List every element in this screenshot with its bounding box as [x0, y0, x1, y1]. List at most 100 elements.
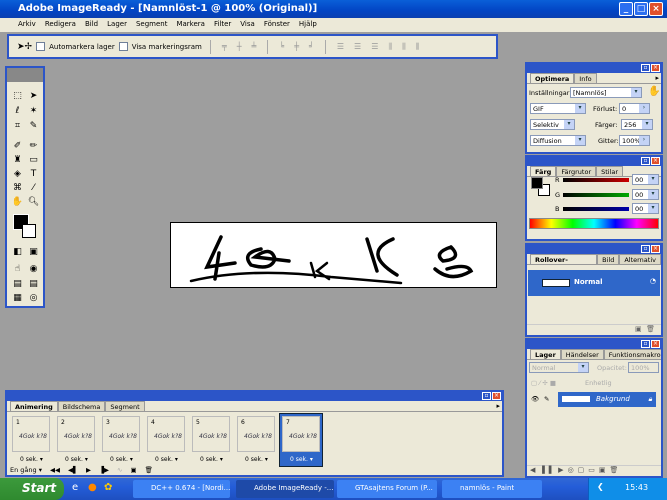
preview-icon[interactable]: ☝ [10, 263, 25, 276]
slice-visibility-icon[interactable]: ▤ [10, 278, 25, 291]
crop-tool-icon[interactable]: ⌗ [10, 120, 25, 133]
align-right-icon[interactable]: ╛ [309, 42, 314, 51]
panel-close-button[interactable]: × [651, 157, 660, 165]
align-left-icon[interactable]: ╘ [279, 42, 284, 51]
eye-icon[interactable]: 👁︎ [531, 395, 539, 403]
panel-close-button[interactable]: × [651, 64, 660, 72]
panel-menu-icon[interactable]: ▸ [496, 402, 500, 410]
format-select[interactable]: GIF ▾ [530, 103, 586, 114]
tab-bildschema[interactable]: Bildschema [57, 401, 106, 411]
animation-frame[interactable]: 5 4Gok k?8 0 sek. ▾ [190, 414, 232, 466]
mask-mode-icon[interactable]: ◧ [10, 246, 25, 259]
trash-icon[interactable]: 🗑︎ [646, 325, 655, 333]
frame-delay-select[interactable]: 0 sek. ▾ [65, 456, 88, 463]
distribute-icon[interactable]: ⫼ [388, 42, 392, 52]
animation-frame[interactable]: 2 4Gok k?8 0 sek. ▾ [55, 414, 97, 466]
app-icon[interactable]: ✿ [104, 482, 112, 493]
layer-row[interactable]: 👁︎ ✎ Bakgrund 🔒︎ [528, 392, 656, 407]
taskbar-item-imageready[interactable]: Adobe ImageReady -... [236, 480, 334, 498]
menu-filter[interactable]: Filter [214, 20, 231, 28]
panel-close-button[interactable]: × [492, 392, 501, 400]
panel-menu-icon[interactable]: ▸ [655, 74, 659, 82]
document-canvas[interactable] [170, 222, 497, 288]
tab-farg[interactable]: Färg [530, 166, 557, 176]
blue-slider[interactable] [563, 207, 629, 211]
screen-mode-icon[interactable]: ▣ [26, 246, 41, 259]
next-frame-button[interactable]: ▐▶ [99, 466, 109, 474]
tab-segment[interactable]: Segment [105, 401, 145, 411]
tween-button[interactable]: ∿ [117, 466, 122, 474]
tab-funktionsmakron[interactable]: Funktionsmakron [603, 349, 661, 359]
zoom-tool-icon[interactable]: 🔍︎ [26, 196, 41, 209]
blue-value[interactable]: 00 ▾ [632, 203, 659, 214]
menu-bild[interactable]: Bild [85, 20, 98, 28]
duplicate-frame-button[interactable]: ▣ [130, 466, 136, 474]
tab-rollover[interactable]: Rollover-symboler [530, 254, 598, 264]
align-middle-icon[interactable]: ┼ [237, 42, 242, 51]
frame-delay-select[interactable]: 0 sek. ▾ [110, 456, 133, 463]
new-layer-icon[interactable]: ▣ [599, 466, 610, 474]
dither-select[interactable]: Diffusion ▾ [530, 135, 586, 146]
folder-icon[interactable]: ▭ [588, 466, 599, 474]
menu-fonster[interactable]: Fönster [264, 20, 290, 28]
menu-segment[interactable]: Segment [136, 20, 168, 28]
green-value[interactable]: 00 ▾ [632, 189, 659, 200]
next-icon[interactable]: ▌▶ [549, 466, 568, 474]
new-state-icon[interactable]: ▣ [635, 325, 642, 333]
browser-preview-icon[interactable]: ◉ [26, 263, 41, 276]
menu-visa[interactable]: Visa [240, 20, 255, 28]
taskbar-item-forum[interactable]: GTAsajtens Forum (P... [337, 480, 437, 498]
edit-state-icon[interactable]: ◔ [650, 277, 656, 285]
menu-hjalp[interactable]: Hjälp [299, 20, 317, 28]
tab-fargrutor[interactable]: Färgrutor [556, 166, 597, 176]
menu-lager[interactable]: Lager [107, 20, 127, 28]
frame-delay-select[interactable]: 0 sek. ▾ [245, 456, 268, 463]
eraser-tool-icon[interactable]: ▭ [26, 154, 41, 167]
animation-frame[interactable]: 1 4Gok k?8 0 sek. ▾ [10, 414, 52, 466]
lasso-tool-icon[interactable]: ℓ [10, 105, 25, 118]
taskbar-item-paint[interactable]: namnlös - Paint [442, 480, 542, 498]
delete-frame-button[interactable]: 🗑︎ [145, 466, 153, 474]
blend-mode-select[interactable]: Normal ▾ [529, 362, 589, 373]
magic-wand-icon[interactable]: ✶ [26, 105, 41, 118]
lock-icons[interactable]: ▢ ⁄ ✢ ■ [531, 379, 556, 387]
distribute-icon[interactable]: ☰ [337, 42, 344, 51]
distribute-icon[interactable]: ⫼ [402, 42, 406, 52]
colors-select[interactable]: 256 ▾ [621, 119, 653, 130]
tab-animering[interactable]: Animering [10, 401, 58, 411]
loop-select[interactable]: En gång ▾ [10, 466, 42, 474]
stamp-tool-icon[interactable]: ♜ [10, 154, 25, 167]
hand-tool-icon[interactable]: ✋ [10, 196, 25, 209]
ie-icon[interactable]: e [72, 482, 78, 493]
distribute-icon[interactable]: ⫼ [416, 42, 420, 52]
palette-select[interactable]: Selektiv ▾ [530, 119, 575, 130]
auto-select-checkbox[interactable] [36, 42, 46, 51]
animation-frame[interactable]: 7 4Gok k?8 0 sek. ▾ [279, 413, 323, 467]
animation-frame[interactable]: 3 4Gok k?8 0 sek. ▾ [100, 414, 142, 466]
brush-tool-icon[interactable]: ✐ [10, 140, 25, 153]
prev-icon[interactable]: ◀▐ [530, 466, 549, 474]
foreground-color-swatch[interactable] [531, 177, 543, 189]
eyedropper-tool-icon[interactable]: ⁄ [26, 182, 41, 195]
frame-delay-select[interactable]: 0 sek. ▾ [290, 456, 313, 463]
align-center-icon[interactable]: ╪ [294, 42, 299, 51]
panel-close-button[interactable]: × [651, 245, 660, 253]
opacity-input[interactable]: 100% [628, 362, 659, 373]
menu-redigera[interactable]: Redigera [45, 20, 76, 28]
optimize-menu-icon[interactable]: ✋ [648, 86, 660, 97]
menu-arkiv[interactable]: Arkiv [18, 20, 36, 28]
animation-frame[interactable]: 6 4Gok k?8 0 sek. ▾ [235, 414, 277, 466]
trash-icon[interactable]: 🗑︎ [610, 466, 623, 474]
rollover-state-normal[interactable]: Normal ◔ [528, 270, 660, 296]
maximize-button[interactable]: □ [634, 2, 648, 16]
show-bounds-checkbox[interactable] [118, 42, 128, 51]
shape-tool-icon[interactable]: ⌘ [10, 182, 25, 195]
frame-delay-select[interactable]: 0 sek. ▾ [155, 456, 178, 463]
first-frame-button[interactable]: ◀◀ [50, 466, 60, 474]
settings-select[interactable]: [Namnlös] ▾ [570, 87, 642, 98]
green-slider[interactable] [563, 193, 629, 197]
align-bottom-icon[interactable]: ╧ [252, 42, 257, 51]
firefox-icon[interactable]: ● [88, 482, 97, 493]
type-tool-icon[interactable]: T [26, 168, 41, 181]
tab-stilar[interactable]: Stilar [596, 166, 624, 176]
